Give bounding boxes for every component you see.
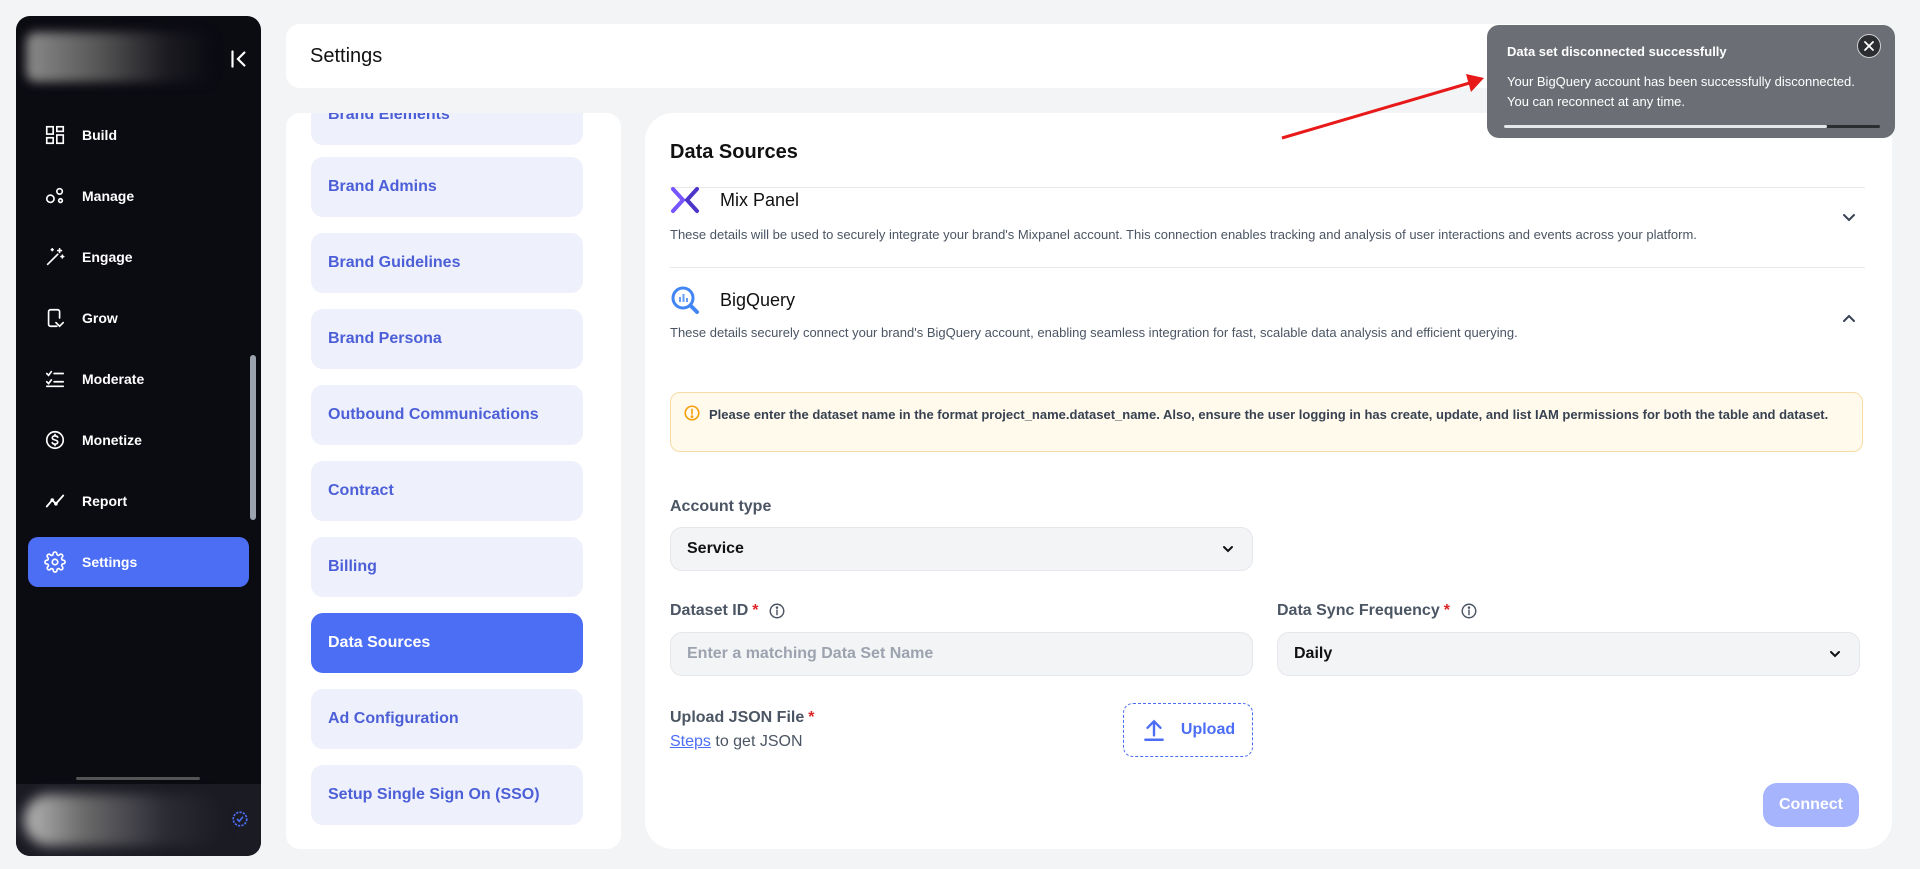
chevron-up-icon[interactable]: [1839, 309, 1859, 329]
toast-message: Your BigQuery account has been successfu…: [1507, 74, 1855, 109]
nav-divider: [76, 777, 200, 780]
nav-item-label: Engage: [82, 249, 133, 265]
bigquery-logo-icon: [671, 286, 699, 314]
subnav-item-sso[interactable]: Setup Single Sign On (SSO): [311, 765, 583, 825]
label-text: Upload JSON File: [670, 709, 805, 726]
nav-item-report[interactable]: Report: [28, 476, 249, 526]
subnav-item-ad-configuration[interactable]: Ad Configuration: [311, 689, 583, 749]
source-name: Mix Panel: [720, 189, 800, 210]
connect-button[interactable]: Connect: [1763, 783, 1859, 827]
source-name: BigQuery: [720, 289, 796, 310]
subnav-item-outbound-communications[interactable]: Outbound Communications: [311, 385, 583, 445]
divider: [670, 267, 1865, 268]
upload-button[interactable]: Upload: [1123, 703, 1253, 757]
info-icon[interactable]: [768, 602, 786, 620]
toast-title: Data set disconnected successfully: [1507, 44, 1727, 59]
select-value: Service: [687, 540, 744, 557]
required-mark: *: [752, 602, 759, 619]
toast-progress-fill: [1504, 125, 1828, 128]
toast-close-button[interactable]: [1857, 34, 1881, 58]
account-type-select[interactable]: Service: [670, 527, 1253, 571]
toast-progress-track: [1504, 125, 1880, 128]
dataset-id-label: Dataset ID *: [670, 602, 786, 620]
page-title: Settings: [310, 44, 383, 67]
sync-frequency-select[interactable]: Daily: [1277, 632, 1860, 676]
subnav-item-data-sources[interactable]: Data Sources: [311, 613, 583, 673]
section-title: Data Sources: [670, 141, 798, 163]
dollar-icon: [45, 430, 65, 450]
source-mixpanel[interactable]: Mix Panel These details will be used to …: [670, 185, 1865, 242]
nav-scrollbar[interactable]: [250, 355, 256, 520]
device-arrow-icon: [47, 308, 65, 328]
nav-item-monetize[interactable]: Monetize: [28, 415, 249, 465]
nodes-icon: [45, 187, 64, 204]
nav-item-label: Build: [82, 127, 117, 143]
subnav-item-brand-persona[interactable]: Brand Persona: [311, 309, 583, 369]
nav-item-label: Manage: [82, 188, 135, 204]
avatar-blurred: [24, 794, 224, 846]
chevron-down-icon: [1830, 651, 1840, 658]
verified-badge-icon: [232, 811, 248, 827]
annotation-arrow: [1281, 74, 1484, 140]
upload-icon: [1144, 719, 1164, 741]
mixpanel-logo-icon: [671, 187, 699, 213]
nav-item-label: Grow: [82, 310, 118, 326]
chevron-down-icon: [1223, 546, 1233, 553]
steps-link[interactable]: Steps: [670, 733, 711, 750]
grid-icon: [45, 125, 65, 145]
subnav-item-brand-admins[interactable]: Brand Admins: [311, 157, 583, 217]
dataset-id-field[interactable]: [670, 632, 1253, 676]
collapse-sidebar-icon[interactable]: [226, 46, 252, 72]
warning-icon: [684, 405, 700, 421]
nav-item-label: Report: [82, 493, 128, 509]
close-icon: [1864, 41, 1874, 51]
info-icon[interactable]: [1460, 602, 1478, 620]
nav-item-build[interactable]: Build: [28, 110, 249, 160]
source-bigquery[interactable]: BigQuery These details securely connect …: [670, 285, 1865, 340]
source-description: These details will be used to securely i…: [670, 227, 1697, 242]
label-text: Account type: [670, 498, 772, 515]
label-text: Dataset ID: [670, 602, 749, 619]
nav-item-label: Monetize: [82, 432, 142, 448]
sync-frequency-label: Data Sync Frequency *: [1277, 602, 1478, 620]
select-value: Daily: [1294, 645, 1333, 662]
source-description: These details securely connect your bran…: [670, 325, 1518, 340]
dataset-id-input[interactable]: [687, 645, 1236, 663]
gear-icon: [44, 551, 66, 573]
user-profile[interactable]: [16, 784, 261, 856]
nav-item-engage[interactable]: Engage: [28, 232, 249, 282]
subnav-item-billing[interactable]: Billing: [311, 537, 583, 597]
upload-json-label: Upload JSON File *: [670, 709, 814, 727]
chevron-down-icon[interactable]: [1839, 207, 1859, 227]
nav-item-label: Settings: [82, 554, 138, 570]
steps-suffix: to get JSON: [710, 733, 803, 750]
account-type-label: Account type: [670, 498, 771, 516]
nav-item-moderate[interactable]: Moderate: [28, 354, 249, 404]
subnav-item-contract[interactable]: Contract: [311, 461, 583, 521]
nav-header: [16, 16, 261, 100]
nav-item-manage[interactable]: Manage: [28, 171, 249, 221]
brand-logo-blurred: [26, 32, 211, 82]
data-sources-panel: Data Sources Mix Panel These details wil…: [645, 113, 1892, 849]
upload-label: Upload: [1180, 721, 1236, 738]
main-navigation: Build Manage Engage Grow Moderate Moneti…: [16, 16, 261, 856]
trend-icon: [45, 494, 65, 508]
settings-subnav: Brand Elements Brand Admins Brand Guidel…: [286, 113, 621, 849]
nav-item-grow[interactable]: Grow: [28, 293, 249, 343]
subnav-item-brand-elements[interactable]: Brand Elements: [311, 113, 583, 145]
nav-item-settings[interactable]: Settings: [28, 537, 249, 587]
format-warning: Please enter the dataset name in the for…: [670, 392, 1863, 452]
required-mark: *: [808, 709, 815, 726]
nav-item-label: Moderate: [82, 371, 145, 387]
magic-wand-icon: [46, 247, 65, 266]
required-mark: *: [1443, 602, 1450, 619]
label-text: Data Sync Frequency: [1277, 602, 1440, 619]
subnav-item-brand-guidelines[interactable]: Brand Guidelines: [311, 233, 583, 293]
toast-notification: Data set disconnected successfully Your …: [1487, 25, 1895, 138]
warning-text: Please enter the dataset name in the for…: [709, 407, 1829, 422]
steps-note: Steps to get JSON: [670, 733, 803, 751]
checklist-icon: [45, 370, 65, 388]
